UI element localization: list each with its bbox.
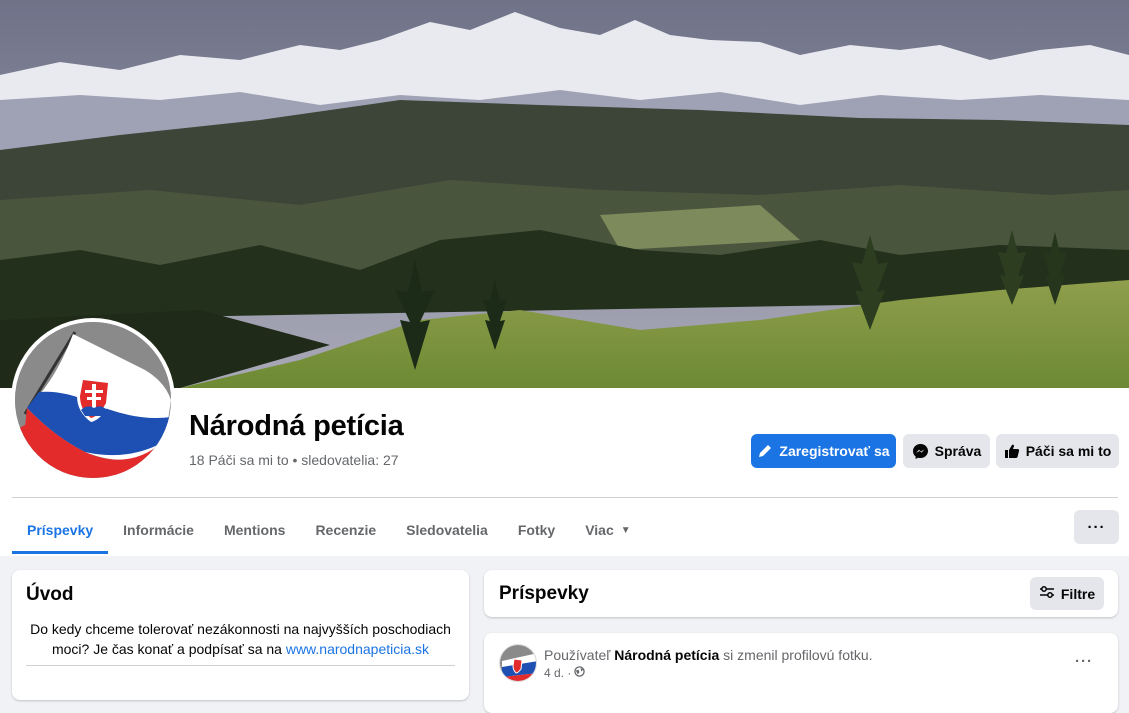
post-header: Používateľ Národná petícia si zmenil pro… <box>544 647 873 663</box>
post-author-avatar[interactable] <box>499 644 537 682</box>
tab-label: Recenzie <box>315 522 377 538</box>
posts-header-card: Príspevky Filtre <box>484 570 1118 617</box>
intro-card: Úvod Do kedy chceme tolerovať nezákonnos… <box>12 570 469 700</box>
tab-label: Viac <box>585 522 614 538</box>
tab-followers[interactable]: Sledovatelia <box>391 506 503 554</box>
website-link[interactable]: www.narodnapeticia.sk <box>286 641 429 657</box>
page-stats[interactable]: 18 Páči sa mi to • sledovatelia: 27 <box>189 452 399 468</box>
tab-mentions[interactable]: Mentions <box>209 506 300 554</box>
header-divider <box>12 497 1118 498</box>
filter-button-label: Filtre <box>1060 585 1096 602</box>
post-menu-button[interactable]: ··· <box>1075 653 1093 670</box>
mountain-landscape-image <box>0 0 1129 388</box>
caret-down-icon: ▼ <box>620 524 631 536</box>
slovak-flag-image <box>15 322 171 478</box>
tab-posts[interactable]: Príspevky <box>12 506 109 554</box>
post-meta: 4 d. · <box>544 666 586 680</box>
message-button[interactable]: Správa <box>903 434 990 468</box>
globe-icon <box>574 666 586 680</box>
message-button-label: Správa <box>934 443 982 459</box>
intro-title: Úvod <box>26 584 74 605</box>
post-card: Používateľ Národná petícia si zmenil pro… <box>484 633 1118 713</box>
tab-label: Fotky <box>517 522 556 538</box>
more-options-button[interactable]: ··· <box>1074 510 1119 544</box>
tab-label: Sledovatelia <box>406 522 488 538</box>
cover-photo[interactable] <box>0 0 1129 388</box>
tab-about[interactable]: Informácie <box>108 506 209 554</box>
page-title: Národná petícia <box>189 410 404 442</box>
post-action: si zmenil profilovú fotku. <box>723 647 873 663</box>
intro-text: Do kedy chceme tolerovať nezákonnosti na… <box>26 619 455 659</box>
page-tabs: Príspevky Informácie Mentions Recenzie S… <box>12 506 646 554</box>
profile-picture[interactable] <box>11 318 175 482</box>
posts-title: Príspevky <box>499 583 589 604</box>
thumbs-up-icon <box>1004 443 1020 459</box>
register-button-label: Zaregistrovať sa <box>779 443 890 459</box>
like-button[interactable]: Páči sa mi to <box>996 434 1119 468</box>
pencil-icon <box>757 443 773 459</box>
like-button-label: Páči sa mi to <box>1025 443 1112 459</box>
intro-divider <box>26 665 455 666</box>
sliders-icon <box>1039 585 1055 602</box>
register-button[interactable]: Zaregistrovať sa <box>751 434 896 468</box>
messenger-icon <box>912 443 929 460</box>
post-prefix: Používateľ <box>544 647 611 663</box>
tab-more[interactable]: Viac ▼ <box>570 506 645 554</box>
post-timestamp[interactable]: 4 d. · <box>544 666 571 680</box>
tab-photos[interactable]: Fotky <box>503 506 570 554</box>
filter-button[interactable]: Filtre <box>1030 577 1104 610</box>
tab-label: Mentions <box>223 522 286 538</box>
tab-label: Informácie <box>123 522 194 538</box>
tab-reviews[interactable]: Recenzie <box>300 506 391 554</box>
tab-label: Príspevky <box>27 522 94 538</box>
post-author-link[interactable]: Národná petícia <box>614 647 719 663</box>
